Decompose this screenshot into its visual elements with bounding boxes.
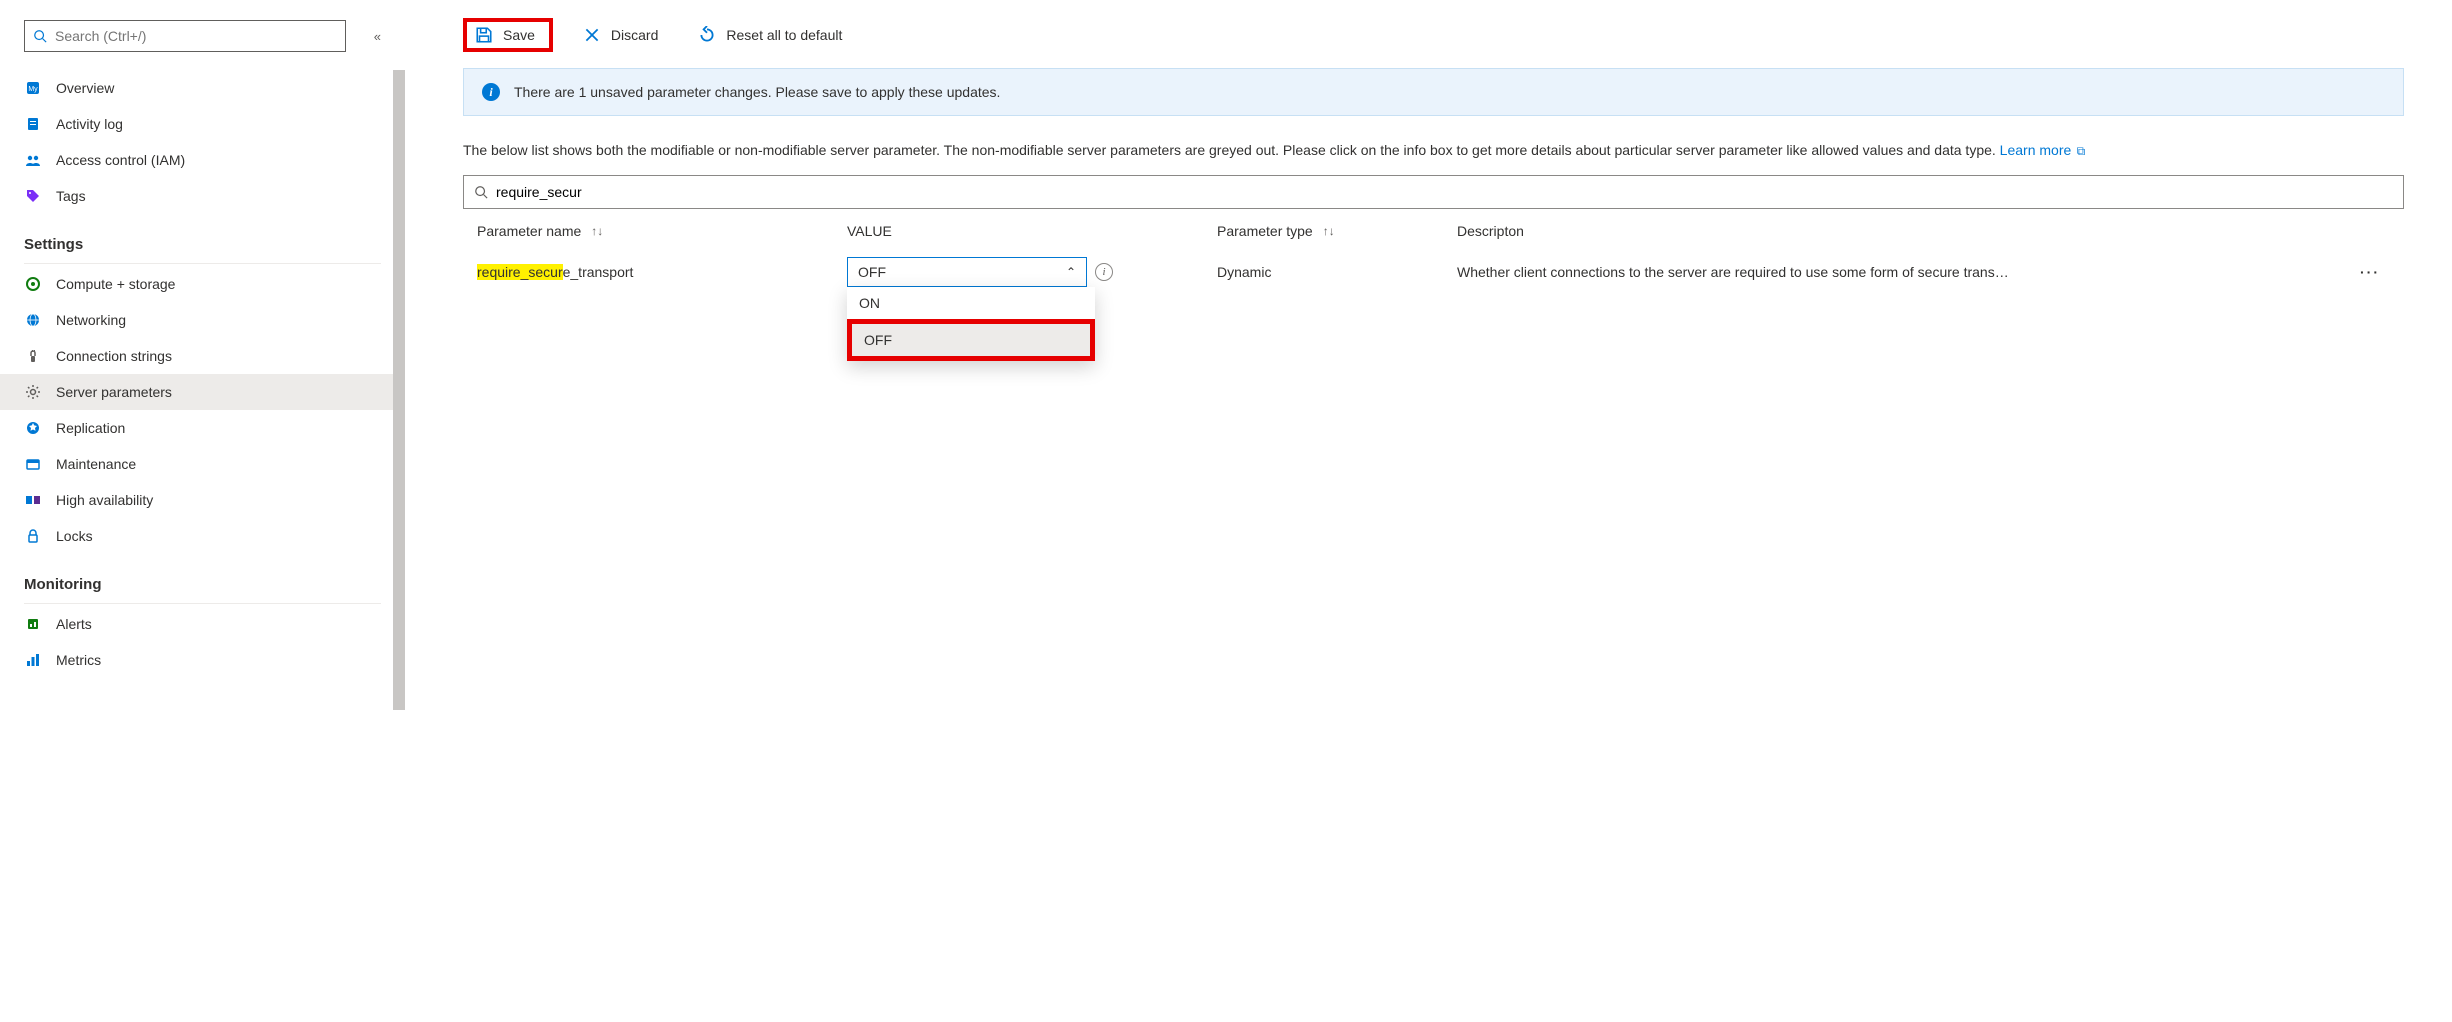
nav-tags[interactable]: Tags	[0, 178, 405, 214]
nav-overview[interactable]: My Overview	[0, 70, 405, 106]
nav-alerts[interactable]: Alerts	[0, 606, 405, 642]
nav-label: Replication	[56, 420, 125, 436]
nav-label: Activity log	[56, 116, 123, 132]
page-description: The below list shows both the modifiable…	[463, 140, 2404, 161]
database-icon: My	[24, 79, 42, 97]
discard-button-label: Discard	[611, 27, 658, 43]
sort-icon: ↑↓	[591, 224, 603, 238]
value-select-current: OFF	[858, 264, 886, 280]
people-icon	[24, 151, 42, 169]
parameter-value-cell: OFF ⌃ i ON OFF	[847, 257, 1217, 287]
reset-icon	[698, 26, 716, 44]
dropdown-option-on[interactable]: ON	[847, 287, 1095, 319]
chevron-up-icon: ⌃	[1066, 265, 1076, 279]
nav-label: Metrics	[56, 652, 101, 668]
value-dropdown: ON OFF	[847, 287, 1095, 361]
nav-settings: Compute + storage Networking Connection …	[0, 266, 405, 554]
sidebar-search-input[interactable]	[55, 28, 337, 44]
nav-general: My Overview Activity log Access control …	[0, 70, 405, 214]
reset-button[interactable]: Reset all to default	[688, 22, 852, 48]
search-icon	[474, 185, 488, 199]
unsaved-changes-notice: i There are 1 unsaved parameter changes.…	[463, 68, 2404, 116]
nav-metrics[interactable]: Metrics	[0, 642, 405, 678]
save-button[interactable]: Save	[463, 18, 553, 52]
lock-icon	[24, 527, 42, 545]
main-content: Save Discard Reset all to default i Ther…	[405, 0, 2452, 1022]
toolbar: Save Discard Reset all to default	[463, 18, 2404, 68]
nav-label: Access control (IAM)	[56, 152, 185, 168]
divider	[24, 603, 381, 604]
alerts-icon	[24, 615, 42, 633]
scrollbar-thumb[interactable]	[393, 70, 405, 710]
parameter-filter-input[interactable]	[496, 184, 2393, 200]
parameter-description-cell: Whether client connections to the server…	[1457, 264, 2350, 280]
compute-icon	[24, 275, 42, 293]
nav-locks[interactable]: Locks	[0, 518, 405, 554]
column-value[interactable]: VALUE	[847, 223, 1217, 239]
value-select[interactable]: OFF ⌃	[847, 257, 1087, 287]
replication-icon	[24, 419, 42, 437]
column-description[interactable]: Descripton	[1457, 223, 2350, 239]
section-settings-header: Settings	[0, 214, 405, 259]
parameter-row: require_secure_transport OFF ⌃ i ON OFF …	[463, 251, 2404, 293]
column-parameter-type[interactable]: Parameter type ↑↓	[1217, 223, 1457, 239]
nav-monitoring: Alerts Metrics	[0, 606, 405, 678]
connection-icon	[24, 347, 42, 365]
dropdown-option-off[interactable]: OFF	[847, 319, 1095, 361]
filter-match-highlight: require_secur	[477, 264, 563, 280]
parameter-type-cell: Dynamic	[1217, 264, 1457, 280]
parameter-name-cell: require_secure_transport	[477, 264, 847, 280]
nav-label: Compute + storage	[56, 276, 175, 292]
log-icon	[24, 115, 42, 133]
svg-text:My: My	[28, 86, 38, 93]
nav-label: High availability	[56, 492, 153, 508]
info-icon: i	[482, 83, 500, 101]
row-more-button[interactable]: ···	[2350, 264, 2390, 280]
column-parameter-name[interactable]: Parameter name ↑↓	[477, 223, 847, 239]
nav-access-control[interactable]: Access control (IAM)	[0, 142, 405, 178]
nav-maintenance[interactable]: Maintenance	[0, 446, 405, 482]
nav-high-availability[interactable]: High availability	[0, 482, 405, 518]
learn-more-link[interactable]: Learn more ⧉	[2000, 142, 2086, 158]
sidebar-scrollbar[interactable]	[393, 70, 405, 1022]
nav-label: Server parameters	[56, 384, 172, 400]
nav-server-parameters[interactable]: Server parameters	[0, 374, 405, 410]
nav-label: Alerts	[56, 616, 92, 632]
reset-button-label: Reset all to default	[726, 27, 842, 43]
sidebar-search[interactable]	[24, 20, 346, 52]
nav-activity-log[interactable]: Activity log	[0, 106, 405, 142]
nav-replication[interactable]: Replication	[0, 410, 405, 446]
nav-compute-storage[interactable]: Compute + storage	[0, 266, 405, 302]
gear-icon	[24, 383, 42, 401]
availability-icon	[24, 491, 42, 509]
sidebar: « My Overview Activity log Access contro…	[0, 0, 405, 1022]
nav-label: Locks	[56, 528, 93, 544]
nav-label: Networking	[56, 312, 126, 328]
maintenance-icon	[24, 455, 42, 473]
globe-icon	[24, 311, 42, 329]
save-icon	[475, 26, 493, 44]
nav-label: Connection strings	[56, 348, 172, 364]
save-button-label: Save	[503, 27, 535, 43]
parameter-filter[interactable]	[463, 175, 2404, 209]
search-icon	[33, 29, 47, 43]
parameter-table-header: Parameter name ↑↓ VALUE Parameter type ↑…	[463, 209, 2404, 251]
metrics-icon	[24, 651, 42, 669]
close-icon	[583, 26, 601, 44]
description-text: The below list shows both the modifiable…	[463, 142, 2000, 158]
info-icon[interactable]: i	[1095, 263, 1113, 281]
section-monitoring-header: Monitoring	[0, 554, 405, 599]
external-link-icon: ⧉	[2073, 144, 2085, 158]
tag-icon	[24, 187, 42, 205]
sort-icon: ↑↓	[1323, 224, 1335, 238]
notice-text: There are 1 unsaved parameter changes. P…	[514, 84, 1000, 100]
nav-networking[interactable]: Networking	[0, 302, 405, 338]
sidebar-collapse-button[interactable]: «	[374, 29, 381, 44]
divider	[24, 263, 381, 264]
nav-connection-strings[interactable]: Connection strings	[0, 338, 405, 374]
nav-label: Maintenance	[56, 456, 136, 472]
nav-label: Overview	[56, 80, 114, 96]
discard-button[interactable]: Discard	[573, 22, 668, 48]
nav-label: Tags	[56, 188, 86, 204]
